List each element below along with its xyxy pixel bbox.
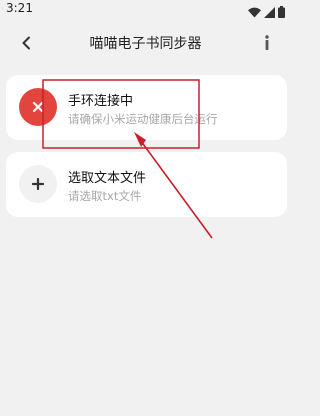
info-icon: [264, 34, 270, 54]
card-subtitle: 请确保小米运动健康后台运行: [68, 112, 218, 126]
info-button[interactable]: [255, 32, 279, 56]
connection-status-icon: [19, 88, 57, 126]
close-icon: [32, 98, 44, 117]
add-file-icon-circle: [19, 165, 57, 203]
status-icons: [248, 3, 285, 22]
plus-icon: [31, 175, 45, 194]
title-bar: 喵喵电子书同步器: [0, 28, 291, 58]
band-connection-card[interactable]: 手环连接中 请确保小米运动健康后台运行: [6, 75, 287, 140]
status-bar: 3:21: [0, 0, 291, 20]
page-title: 喵喵电子书同步器: [89, 36, 202, 52]
signal-icon: [264, 3, 275, 22]
select-text-file-card[interactable]: 选取文本文件 请选取txt文件: [6, 152, 287, 217]
card-subtitle: 请选取txt文件: [68, 189, 142, 203]
card-title: 选取文本文件: [68, 171, 147, 186]
battery-icon: [278, 3, 285, 22]
card-title: 手环连接中: [68, 94, 134, 109]
status-time: 3:21: [6, 1, 33, 15]
wifi-icon: [248, 3, 261, 22]
